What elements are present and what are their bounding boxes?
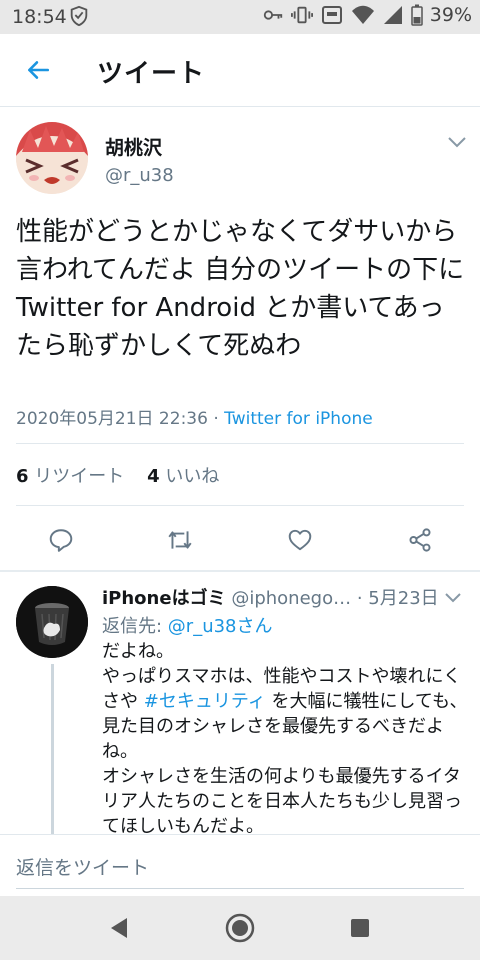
heart-icon: [288, 529, 312, 551]
reply-author-avatar[interactable]: [16, 586, 88, 658]
hashtag-link[interactable]: #セキュリティ: [144, 691, 266, 712]
reply-author-name[interactable]: iPhoneはゴミ: [102, 588, 226, 609]
key-icon: [263, 10, 282, 20]
page-title: ツイート: [97, 59, 206, 89]
reply-button[interactable]: [46, 525, 76, 555]
chevron-down-icon[interactable]: [444, 592, 462, 604]
retweet-button[interactable]: [165, 525, 195, 555]
reply-tweet[interactable]: iPhoneはゴミ @iphonego… · 5月23日 返信先: @r_u38…: [0, 572, 480, 834]
thread-line: [51, 664, 54, 834]
tweet-source-link[interactable]: Twitter for iPhone: [224, 409, 373, 429]
tweet-meta: 2020年05月21日 22:36 · Twitter for iPhone: [16, 404, 373, 429]
reply-date: 5月23日: [368, 588, 439, 609]
nav-recents-button[interactable]: [344, 912, 376, 944]
author-name[interactable]: 胡桃沢: [105, 133, 162, 160]
system-nav-bar: [0, 896, 480, 960]
square-recents-icon: [351, 919, 369, 937]
reply-icon: [49, 529, 73, 552]
author-avatar[interactable]: [16, 122, 88, 194]
retweet-stat[interactable]: 6 リツイート: [16, 466, 124, 487]
share-button[interactable]: [405, 525, 435, 555]
back-button[interactable]: [20, 52, 56, 88]
trash-can-icon: [16, 586, 88, 658]
shield-icon: [70, 5, 88, 27]
tweet-text: 性能がどうとかじゃなくてダサいから言われてんだよ 自分のツイートの下に Twit…: [16, 217, 465, 361]
reply-header: iPhoneはゴミ @iphonego… · 5月23日: [102, 584, 439, 610]
meta-separator: ·: [207, 409, 225, 429]
triangle-back-icon: [111, 918, 127, 938]
replying-to: 返信先: @r_u38さん: [102, 612, 273, 638]
share-icon: [409, 528, 431, 552]
author-handle[interactable]: @r_u38: [105, 165, 174, 186]
replying-to-label: 返信先:: [102, 616, 168, 637]
battery-icon: [411, 4, 423, 26]
status-icons: 39%: [262, 4, 472, 26]
retweet-count: 6: [16, 466, 29, 487]
like-stat[interactable]: 4 いいね: [147, 466, 219, 487]
reply-text-part: を大幅に犠牲にしても、見た目のオシャレさを最優先するべきだよね。 オシャレさを生…: [102, 691, 468, 834]
reply-text: だよね。 やっぱりスマホは、性能やコストや壊れにくさや #セキュリティ を大幅に…: [102, 639, 468, 834]
divider: [16, 505, 464, 506]
tweet-stats: 6 リツイート 4 いいね: [16, 462, 219, 488]
chevron-down-icon[interactable]: [446, 134, 468, 150]
avatar-illustration: [16, 122, 88, 194]
battery-percent: 39%: [429, 4, 472, 26]
tweet-datetime: 2020年05月21日 22:36: [16, 409, 208, 429]
vpn-icon: [321, 6, 342, 24]
like-count: 4: [147, 466, 160, 487]
back-arrow-icon: [28, 61, 50, 79]
tweet-actions: [0, 517, 480, 557]
status-time: 18:54: [12, 6, 67, 28]
divider: [16, 443, 464, 444]
retweet-icon: [168, 531, 192, 549]
status-bar: 18:54 39%: [0, 0, 480, 34]
nav-home-button[interactable]: [224, 912, 256, 944]
replying-to-mention[interactable]: @r_u38さん: [168, 616, 273, 637]
nav-back-button[interactable]: [103, 912, 135, 944]
input-underline: [16, 888, 464, 889]
reply-input[interactable]: 返信をツイート: [16, 853, 149, 880]
retweet-label: リツイート: [34, 466, 125, 487]
wifi-icon: [351, 5, 374, 24]
reply-date-separator: ·: [356, 588, 363, 609]
home-circle-icon: [225, 913, 255, 943]
signal-icon: [383, 6, 402, 24]
like-label: いいね: [165, 466, 220, 487]
top-app-bar: ツイート: [0, 34, 480, 107]
reply-author-handle[interactable]: @iphonego…: [231, 588, 351, 609]
like-button[interactable]: [285, 525, 315, 555]
reply-composer: 返信をツイート: [0, 834, 480, 897]
vibrate-icon: [290, 6, 313, 24]
